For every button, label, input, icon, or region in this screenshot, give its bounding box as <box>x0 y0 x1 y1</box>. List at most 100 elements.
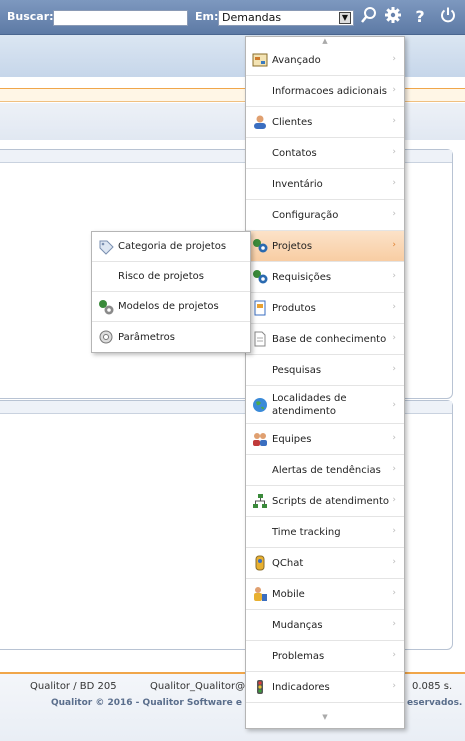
template-icon <box>98 299 114 315</box>
menu-item-label: QChat <box>272 557 304 569</box>
menu-item-alertas-de-tendencias[interactable]: Alertas de tendências › <box>246 455 404 486</box>
requests-icon <box>252 269 268 285</box>
search-label: Buscar: <box>7 10 54 23</box>
dropdown-arrow-icon[interactable]: ▼ <box>339 12 351 24</box>
menu-item-partial <box>246 703 404 713</box>
submenu-item-label: Modelos de projetos <box>118 301 219 312</box>
menu-item-produtos[interactable]: Produtos › <box>246 293 404 324</box>
menu-item-inventario[interactable]: Inventário › <box>246 169 404 200</box>
footer-copyright: Qualitor © 2016 - Qualitor Software e S <box>51 698 252 708</box>
menu-item-mudancas[interactable]: Mudanças › <box>246 610 404 641</box>
menu-item-label: Projetos <box>272 240 313 252</box>
chevron-right-icon: › <box>392 619 396 629</box>
menu-item-problemas[interactable]: Problemas › <box>246 641 404 672</box>
menu-item-clientes[interactable]: Clientes › <box>246 107 404 138</box>
scripts-icon <box>252 493 268 509</box>
chevron-right-icon: › <box>392 54 396 64</box>
menu-item-label: Indicadores <box>272 681 330 693</box>
chevron-right-icon: › <box>392 178 396 188</box>
submenu-item-modelos-de-projetos[interactable]: Modelos de projetos <box>92 292 250 322</box>
search-icon[interactable] <box>358 6 380 28</box>
scope-label: Em: <box>195 10 219 23</box>
chevron-right-icon: › <box>392 271 396 281</box>
menu-item-label: Scripts de atendimento <box>272 495 390 507</box>
submenu-item-categoria-de-projetos[interactable]: Categoria de projetos <box>92 232 250 262</box>
menu-item-label: Base de conhecimento <box>272 333 387 345</box>
chevron-right-icon: › <box>392 464 396 474</box>
chevron-right-icon: › <box>392 557 396 567</box>
menu-item-equipes[interactable]: Equipes › <box>246 424 404 455</box>
submenu-item-risco-de-projetos[interactable]: Risco de projetos <box>92 262 250 292</box>
footer-time: 0.085 s. <box>412 681 453 692</box>
submenu-item-parametros[interactable]: Parâmetros <box>92 322 250 352</box>
globe-icon <box>252 397 268 413</box>
submenu-item-label: Categoria de projetos <box>118 241 227 252</box>
menu-item-label: Avançado <box>272 54 321 66</box>
scope-select-value: Demandas <box>222 11 282 24</box>
menu-item-label: Mudanças <box>272 619 323 631</box>
scope-select[interactable]: Demandas ▼ <box>218 10 354 26</box>
help-icon[interactable]: ? <box>409 6 431 28</box>
chat-icon <box>252 555 268 571</box>
menu-item-label: Problemas <box>272 650 325 662</box>
chevron-right-icon: › <box>392 495 396 505</box>
submenu-item-label: Risco de projetos <box>118 271 204 282</box>
chevron-right-icon: › <box>392 433 396 443</box>
scroll-up-icon[interactable]: ▲ <box>246 37 404 45</box>
chevron-right-icon: › <box>392 681 396 691</box>
menu-item-scripts-de-atendimento[interactable]: Scripts de atendimento › <box>246 486 404 517</box>
menu-item-informacoes-adicionais[interactable]: Informacoes adicionais › <box>246 76 404 107</box>
settings-menu: ▲ Avançado › Informacoes adicionais › Clie… <box>245 36 405 729</box>
chevron-right-icon: › <box>392 116 396 126</box>
menu-item-time-tracking[interactable]: Time tracking › <box>246 517 404 548</box>
chevron-right-icon: › <box>392 588 396 598</box>
menu-item-base-de-conhecimento[interactable]: Base de conhecimento › <box>246 324 404 355</box>
chevron-right-icon: › <box>392 364 396 374</box>
projetos-submenu: Categoria de projetos Risco de projetos … <box>91 231 251 353</box>
teams-icon <box>252 431 268 447</box>
chevron-right-icon: › <box>392 399 396 410</box>
chevron-right-icon: › <box>392 209 396 219</box>
top-toolbar: Buscar: Em: Demandas ▼ ? <box>0 0 465 35</box>
menu-item-label: Mobile <box>272 588 305 600</box>
footer-db-info: Qualitor / BD 205 <box>30 681 117 692</box>
menu-item-indicadores[interactable]: Indicadores › <box>246 672 404 703</box>
menu-item-label: Requisições <box>272 271 332 283</box>
mobile-icon <box>252 586 268 602</box>
chevron-right-icon: › <box>392 333 396 343</box>
search-input[interactable] <box>53 10 188 26</box>
menu-item-pesquisas[interactable]: Pesquisas › <box>246 355 404 386</box>
scroll-down-icon[interactable]: ▼ <box>246 713 404 721</box>
menu-item-label: Contatos <box>272 147 317 159</box>
chevron-right-icon: › <box>392 650 396 660</box>
menu-item-configuracao[interactable]: Configuração › <box>246 200 404 231</box>
advanced-icon <box>252 52 268 68</box>
knowledge-base-icon <box>252 331 268 347</box>
menu-item-label: Clientes <box>272 116 313 128</box>
menu-item-label: Informacoes adicionais <box>272 85 387 97</box>
indicators-icon <box>252 679 268 695</box>
products-icon <box>252 300 268 316</box>
menu-item-qchat[interactable]: QChat › <box>246 548 404 579</box>
clients-icon <box>252 114 268 130</box>
tag-icon <box>98 239 114 255</box>
menu-item-label: Time tracking <box>272 526 341 538</box>
menu-item-projetos[interactable]: Projetos › <box>246 231 404 262</box>
menu-item-label: Alertas de tendências <box>272 464 381 476</box>
menu-item-label: Produtos <box>272 302 316 314</box>
settings-icon <box>98 329 114 345</box>
menu-item-contatos[interactable]: Contatos › <box>246 138 404 169</box>
menu-item-avancado[interactable]: Avançado › <box>246 45 404 76</box>
menu-item-mobile[interactable]: Mobile › <box>246 579 404 610</box>
menu-item-localidades-de-atendimento[interactable]: Localidades de atendimento › <box>246 386 404 424</box>
footer-copyright-end: eservados. <box>407 698 463 708</box>
chevron-right-icon: › <box>392 526 396 536</box>
menu-item-requisicoes[interactable]: Requisições › <box>246 262 404 293</box>
menu-item-label: Localidades de atendimento <box>272 392 347 417</box>
menu-item-label: Inventário <box>272 178 323 190</box>
chevron-right-icon: › <box>392 240 396 250</box>
submenu-item-label: Parâmetros <box>118 331 175 343</box>
chevron-right-icon: › <box>392 147 396 157</box>
gear-icon[interactable] <box>382 6 404 28</box>
power-icon[interactable] <box>437 6 459 28</box>
